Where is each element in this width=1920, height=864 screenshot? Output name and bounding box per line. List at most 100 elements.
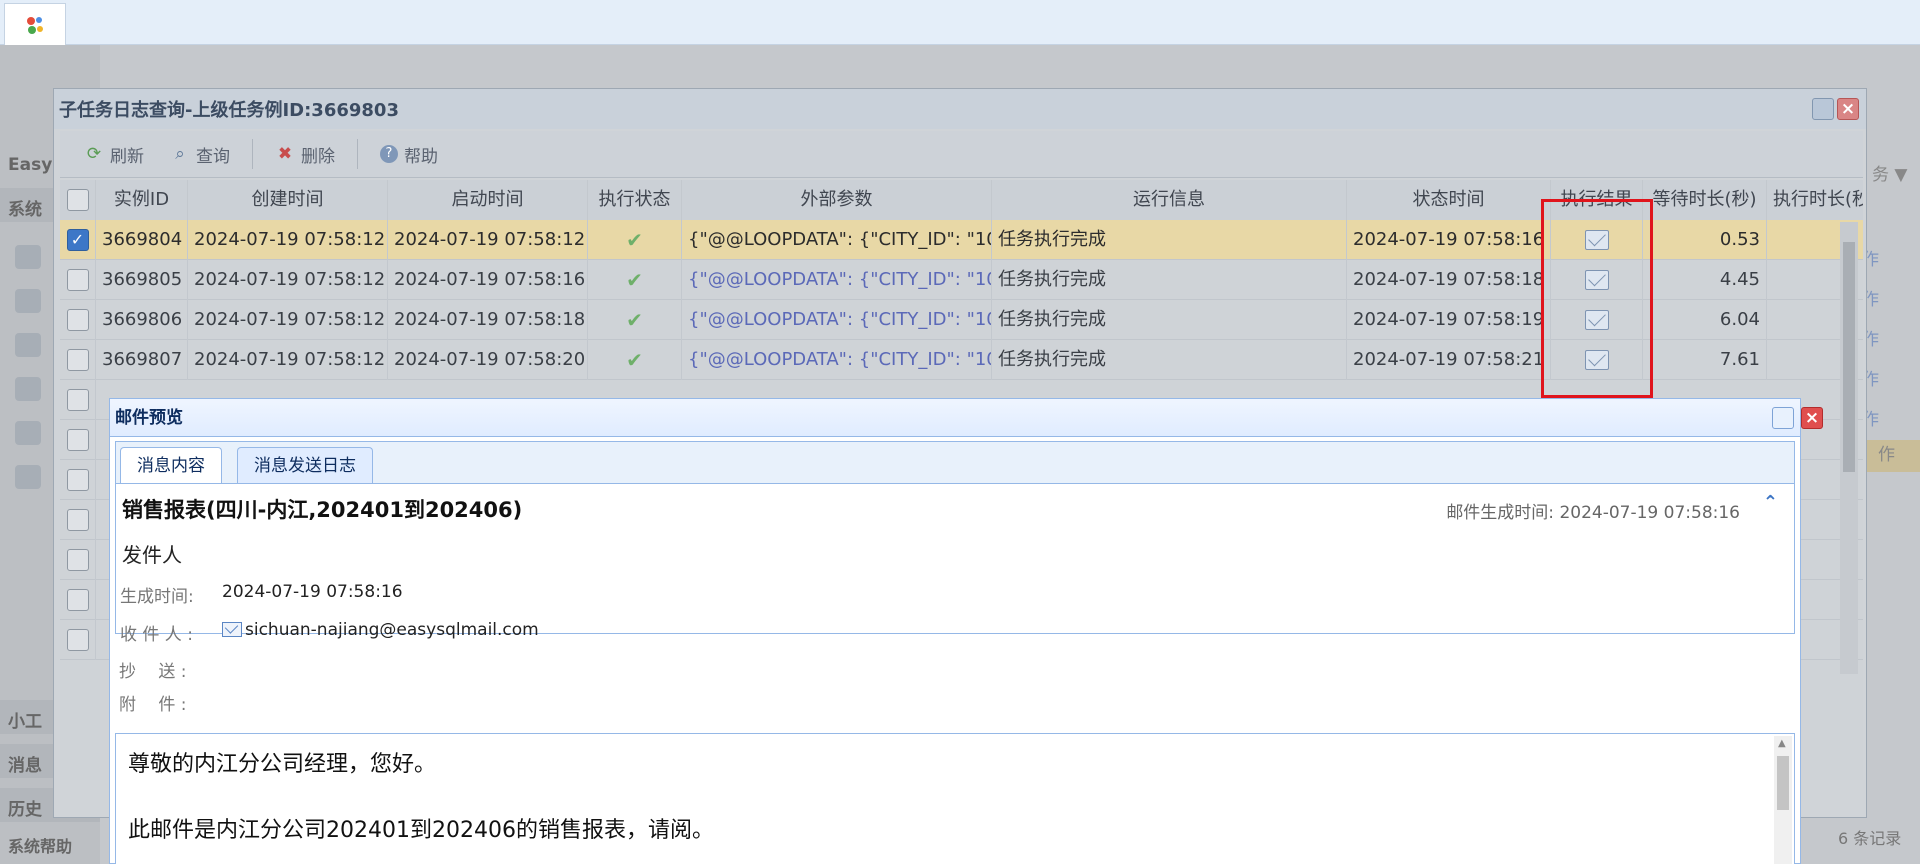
run-info: 任务执行完成 [992,260,1347,300]
monitor-icon [15,377,41,401]
background-record-count: 6 条记录 [1838,829,1902,848]
row-checkbox[interactable] [66,629,89,651]
start-time: 2024-07-19 07:58:12 [388,220,588,260]
select-all-checkbox[interactable] [66,189,89,211]
sidebar-section-label: 消息 [8,756,42,776]
sender-label: 发件人 [122,543,182,567]
database-icon [15,289,41,313]
checkmark-icon: ✔ [626,228,643,252]
status-time: 2024-07-19 07:58:21 [1347,340,1551,380]
row-check-cell [60,540,96,580]
row-checkbox[interactable] [66,269,89,291]
created-time: 2024-07-19 07:58:12 [188,340,388,380]
refresh-button[interactable]: ⟳ 刷新 [74,142,154,167]
instance-id: 3669806 [96,300,188,340]
scrollbar-thumb[interactable] [1843,242,1855,472]
sidebar-section-label: 系统 [8,200,42,220]
grid-vertical-scrollbar[interactable] [1840,222,1858,674]
row-checkbox[interactable] [66,349,89,371]
wait-duration: 0.53 [1643,220,1767,260]
checkmark-icon: ✔ [626,348,643,372]
row-check-cell [60,580,96,620]
row-checkbox[interactable] [66,389,89,411]
gear-icon [15,245,41,269]
dialog-title: 邮件预览 [110,399,1800,437]
sidebar-section-label: 历史 [8,800,42,820]
close-button[interactable]: × [1801,407,1823,429]
row-checkbox[interactable] [66,309,89,331]
mail-body: 尊敬的内江分公司经理，您好。 此邮件是内江分公司202401到202406的销售… [115,733,1795,864]
scrollbar-thumb[interactable] [1777,756,1789,810]
row-check-cell [60,300,96,340]
column-header[interactable]: 执行状态 [588,180,682,220]
maximize-button[interactable] [1812,98,1834,120]
sidebar-brand: Easy [8,155,53,175]
column-header[interactable]: 运行信息 [992,180,1347,220]
toolbar-separator [252,139,253,169]
dialog-tab-bar: 消息内容 消息发送日志 [115,441,1795,485]
created-time: 2024-07-19 07:58:12 [188,300,388,340]
instance-id: 3669805 [96,260,188,300]
column-header[interactable]: 创建时间 [188,180,388,220]
row-checkbox[interactable] [66,429,89,451]
recipient-value: sichuan-najiang@easysqlmail.com [222,620,539,640]
row-check-cell [60,500,96,540]
tab-message-content[interactable]: 消息内容 [120,447,222,485]
column-header[interactable]: 启动时间 [388,180,588,220]
maximize-button[interactable] [1772,407,1794,429]
created-time: 2024-07-19 07:58:12 [188,220,388,260]
row-check-cell [60,260,96,300]
row-checkbox[interactable] [66,549,89,571]
column-header[interactable]: 实例ID [96,180,188,220]
external-params[interactable]: {"@@LOOPDATA": {"CITY_ID": "100 [682,220,992,260]
row-check-cell [60,340,96,380]
browser-tab-strip [0,0,1920,45]
column-header[interactable]: 状态时间 [1347,180,1551,220]
refresh-label: 刷新 [110,146,144,167]
sidebar-section-label: 小工 [8,712,42,732]
query-label: 查询 [196,146,230,167]
mail-preview-dialog: 邮件预览 × 消息内容 消息发送日志 销售报表(四川-内江,202401到202… [109,398,1823,864]
toolbar-separator [357,139,358,169]
row-checkbox[interactable] [66,469,89,491]
status-time: 2024-07-19 07:58:16 [1347,220,1551,260]
exec-status: ✔ [588,260,682,300]
query-button[interactable]: ⌕ 查询 [160,142,240,167]
instance-id: 3669807 [96,340,188,380]
run-info: 任务执行完成 [992,220,1347,260]
background-link[interactable]: 作 [1878,440,1895,465]
row-check-cell [60,420,96,460]
row-checkbox[interactable] [66,509,89,531]
exec-status: ✔ [588,220,682,260]
external-params[interactable]: {"@@LOOPDATA": {"CITY_ID": "100 [682,260,992,300]
collapse-icon[interactable]: ⌃ [1763,492,1778,513]
scroll-up-icon[interactable]: ▲ [1778,738,1786,749]
exec-status: ✔ [588,340,682,380]
close-button[interactable]: × [1837,98,1859,120]
column-header[interactable]: 执行时长(秒 [1767,180,1863,220]
mail-generated-time: 邮件生成时间: 2024-07-19 07:58:16 [1446,503,1740,523]
column-header[interactable]: 等待时长(秒) [1643,180,1767,220]
start-time: 2024-07-19 07:58:20 [388,340,588,380]
external-params[interactable]: {"@@LOOPDATA": {"CITY_ID": "100 [682,300,992,340]
delete-icon: ✖ [277,144,293,164]
body-vertical-scrollbar[interactable]: ▲ [1774,736,1792,864]
delete-button[interactable]: ✖ 删除 [265,142,345,167]
browser-tab[interactable] [4,3,66,45]
external-params[interactable]: {"@@LOOPDATA": {"CITY_ID": "100 [682,340,992,380]
help-button[interactable]: ? 帮助 [370,142,448,167]
tab-send-log[interactable]: 消息发送日志 [237,447,373,484]
exec-status: ✔ [588,300,682,340]
column-header[interactable]: 外部参数 [682,180,992,220]
sidebar-help-label: 系统帮助 [8,837,73,856]
start-time: 2024-07-19 07:58:16 [388,260,588,300]
checkmark-icon: ✔ [626,268,643,292]
recipient-label: 收 件 人 : [120,625,193,645]
wait-duration: 7.61 [1643,340,1767,380]
run-info: 任务执行完成 [992,300,1347,340]
checkmark-icon: ✔ [626,308,643,332]
row-check-cell [60,460,96,500]
window-toolbar: ⟳ 刷新 ⌕ 查询 ✖ 删除 ? 帮助 [60,131,1863,178]
row-checkbox[interactable] [66,589,89,611]
row-checkbox[interactable]: ✓ [66,229,89,251]
